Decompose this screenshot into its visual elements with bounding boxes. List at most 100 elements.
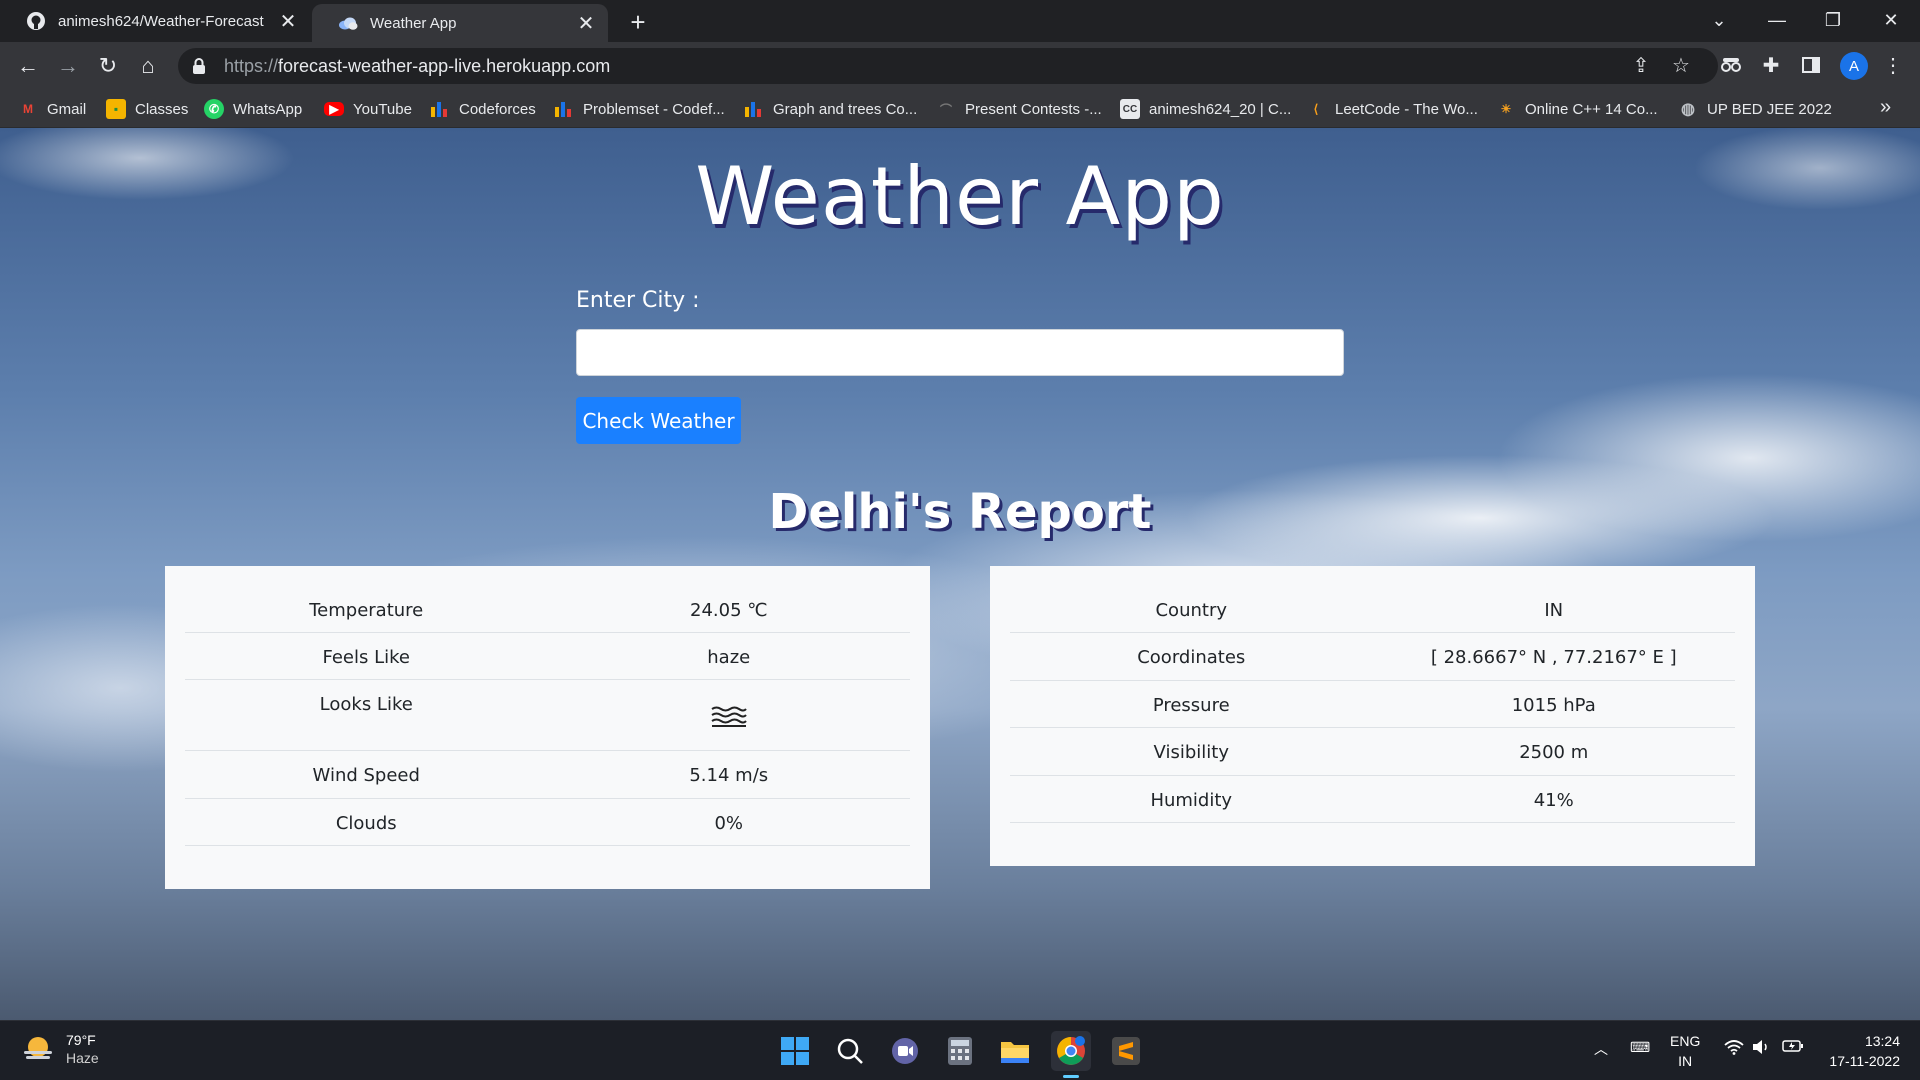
table-row: Wind Speed 5.14 m/s — [185, 751, 910, 799]
row-value: 5.14 m/s — [689, 765, 769, 786]
row-value: [ 28.6667° N , 77.2167° E ] — [1430, 647, 1677, 668]
chrome-icon[interactable] — [1051, 1031, 1091, 1071]
tab-github[interactable]: animesh624/Weather-Forecast ✕ — [0, 0, 310, 42]
address-bar[interactable]: https://forecast-weather-app-live.heroku… — [178, 48, 1718, 84]
lock-icon — [192, 58, 208, 74]
file-explorer-icon[interactable] — [995, 1031, 1035, 1071]
bookmark-present-contests[interactable]: ⌒ Present Contests -... — [936, 98, 1102, 120]
row-label: Wind Speed — [312, 765, 420, 786]
contest-icon: ⌒ — [939, 102, 952, 117]
volume-icon[interactable] — [1752, 1039, 1770, 1055]
bookmark-label: UP BED JEE 2022 — [1707, 100, 1832, 118]
bookmark-label: Graph and trees Co... — [773, 100, 918, 118]
bookmark-label: LeetCode - The Wo... — [1335, 100, 1478, 118]
bookmark-label: Codeforces — [459, 100, 536, 118]
battery-icon[interactable] — [1782, 1039, 1804, 1053]
side-panel-icon[interactable] — [1796, 50, 1826, 80]
system-clock[interactable]: 13:24 17-11-2022 — [1820, 1031, 1900, 1071]
forward-arrow-icon[interactable]: → — [52, 50, 84, 82]
youtube-icon: ▶ — [324, 102, 344, 116]
bookmark-codechef[interactable]: CC animesh624_20 | C... — [1120, 98, 1291, 120]
region-code: IN — [1678, 1053, 1693, 1069]
codeforces-icon — [744, 99, 764, 119]
bookmarks-bar: M Gmail ▪ Classes ✆ WhatsApp ▶ YouTube C… — [0, 90, 1920, 128]
check-weather-button[interactable]: Check Weather — [576, 397, 741, 444]
chevron-up-icon[interactable]: ︿ — [1594, 1039, 1608, 1059]
row-value: 1015 hPa — [1511, 695, 1596, 716]
close-icon[interactable]: ✕ — [572, 9, 600, 37]
cloud-icon — [338, 13, 358, 33]
row-value: 41% — [1533, 790, 1574, 811]
language-code: ENG — [1670, 1033, 1701, 1049]
tab-search-chevron-icon[interactable]: ⌄ — [1694, 0, 1744, 40]
codechef-icon: CC — [1120, 99, 1140, 119]
table-row: Temperature 24.05 ℃ — [185, 586, 910, 633]
table-row: Clouds 0% — [185, 799, 910, 846]
start-icon[interactable] — [775, 1031, 815, 1071]
weather-widget[interactable]: 79°F Haze — [22, 1031, 99, 1067]
wifi-icon[interactable] — [1724, 1039, 1744, 1055]
bookmark-codeforces[interactable]: Codeforces — [430, 98, 536, 120]
close-icon[interactable]: ✕ — [274, 7, 302, 35]
home-icon[interactable]: ⌂ — [132, 50, 164, 82]
back-arrow-icon[interactable]: ← — [12, 50, 44, 82]
bookmark-graph-trees[interactable]: Graph and trees Co... — [744, 98, 917, 120]
bookmarks-overflow-icon[interactable]: » — [1880, 96, 1891, 119]
table-row: Visibility 2500 m — [1010, 728, 1735, 776]
bookmark-youtube[interactable]: ▶ YouTube — [324, 98, 412, 120]
row-label: Feels Like — [322, 647, 410, 668]
weather-temp: 79°F — [66, 1032, 96, 1048]
bookmark-whatsapp[interactable]: ✆ WhatsApp — [204, 98, 302, 120]
bookmark-up-bed[interactable]: ◍ UP BED JEE 2022 — [1678, 98, 1832, 120]
row-value: IN — [1544, 600, 1564, 621]
page-title: Weather App — [695, 150, 1225, 243]
row-label: Humidity — [1150, 790, 1233, 811]
bookmark-label: Problemset - Codef... — [583, 100, 725, 118]
haze-sun-icon — [22, 1033, 54, 1065]
row-label: Temperature — [309, 600, 424, 621]
row-label: Country — [1155, 600, 1227, 621]
gmail-icon: M — [23, 102, 33, 116]
bookmark-classes[interactable]: ▪ Classes — [106, 98, 188, 120]
tab-weather-app[interactable]: Weather App ✕ — [312, 4, 608, 42]
bookmark-problemset[interactable]: Problemset - Codef... — [554, 98, 725, 120]
tab-strip: animesh624/Weather-Forecast ✕ Weather Ap… — [0, 0, 1920, 42]
active-app-indicator — [1063, 1075, 1079, 1078]
clock-date: 17-11-2022 — [1829, 1053, 1900, 1069]
extension-spy-icon[interactable] — [1716, 50, 1746, 80]
puzzle-icon[interactable]: ✚ — [1756, 50, 1786, 80]
restore-icon[interactable]: ❐ — [1808, 0, 1858, 40]
search-icon[interactable] — [830, 1031, 870, 1071]
row-value: haze — [707, 647, 751, 668]
bookmark-leetcode[interactable]: ⟨ LeetCode - The Wo... — [1306, 98, 1478, 120]
bookmark-label: WhatsApp — [233, 100, 303, 118]
star-icon[interactable]: ☆ — [1666, 50, 1696, 80]
profile-avatar[interactable]: A — [1840, 52, 1868, 80]
keyboard-icon[interactable]: ⌨ — [1630, 1039, 1650, 1056]
window-close-icon[interactable]: ✕ — [1866, 0, 1916, 40]
whatsapp-icon: ✆ — [204, 99, 224, 119]
bookmark-label: Classes — [135, 100, 189, 118]
url-scheme: https:// — [224, 55, 279, 76]
row-value: 0% — [714, 813, 744, 834]
language-indicator[interactable]: ENG IN — [1670, 1031, 1700, 1071]
reload-icon[interactable]: ↻ — [92, 50, 124, 82]
url-host: forecast-weather-app-live.herokuapp.com — [278, 55, 611, 76]
new-tab-button[interactable]: + — [622, 6, 654, 38]
share-icon[interactable]: ⇪ — [1626, 50, 1656, 80]
tab-title: animesh624/Weather-Forecast — [58, 12, 264, 30]
teams-chat-icon[interactable] — [885, 1031, 925, 1071]
compiler-icon: ☀ — [1500, 102, 1512, 116]
bookmark-online-cpp[interactable]: ☀ Online C++ 14 Co... — [1496, 98, 1658, 120]
bookmark-gmail[interactable]: M Gmail — [18, 98, 86, 120]
table-row: Looks Like — [185, 680, 910, 751]
calculator-icon[interactable] — [940, 1031, 980, 1071]
leetcode-icon: ⟨ — [1313, 102, 1319, 116]
tab-title: Weather App — [370, 14, 457, 32]
minimize-icon[interactable]: — — [1752, 0, 1802, 40]
sublime-text-icon[interactable] — [1106, 1031, 1146, 1071]
weather-desc: Haze — [66, 1050, 99, 1066]
kebab-menu-icon[interactable]: ⋮ — [1878, 50, 1908, 80]
table-row: Country IN — [1010, 586, 1735, 633]
city-input[interactable] — [576, 329, 1344, 376]
